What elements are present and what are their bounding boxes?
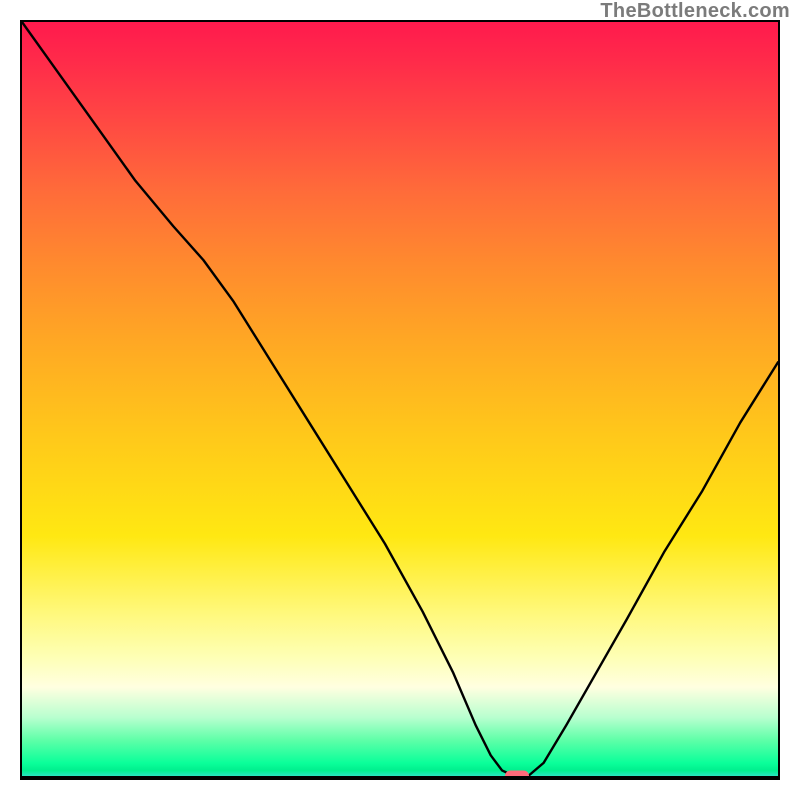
plot-area [20,20,780,780]
bottleneck-curve [22,22,778,778]
x-axis [22,776,778,778]
chart-frame: TheBottleneck.com [0,0,800,800]
